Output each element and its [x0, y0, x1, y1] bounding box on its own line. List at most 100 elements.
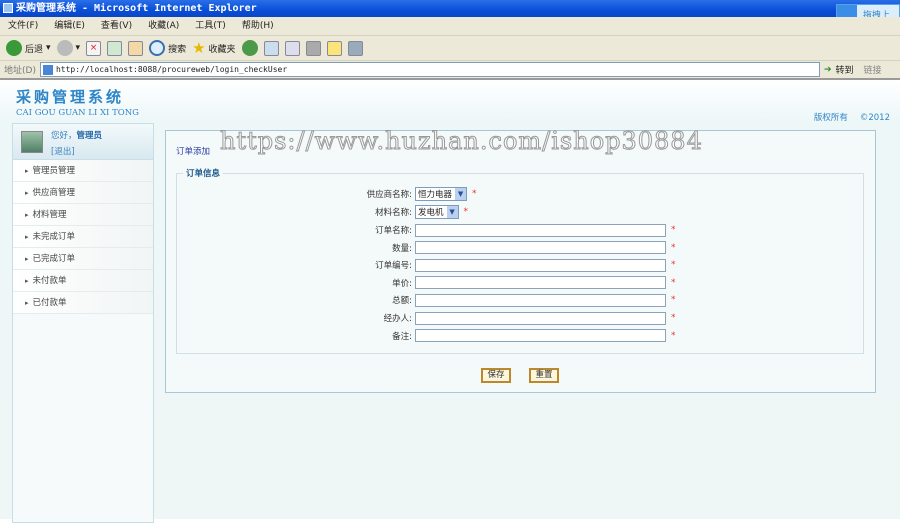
order-name-row: 订单名称: * — [177, 223, 865, 237]
search-icon — [149, 40, 166, 56]
address-bar: 地址(D) http://localhost:8088/procureweb/l… — [0, 61, 900, 80]
back-button[interactable]: 后退 ▾ — [6, 40, 51, 56]
logo-subtitle: CAI GOU GUAN LI XI TONG — [16, 108, 139, 118]
order-number-row: 订单编号: * — [177, 258, 865, 272]
fieldset-legend: 订单信息 — [183, 167, 224, 179]
unit-price-label: 单价: — [392, 278, 412, 289]
total-row: 总额: * — [177, 293, 865, 307]
supplier-select[interactable]: 恒力电器 ▼ — [415, 187, 468, 201]
required-mark: * — [671, 242, 676, 253]
window-title-bar: 采购管理系统 - Microsoft Internet Explorer — [0, 0, 900, 17]
ie-icon — [3, 3, 13, 13]
avatar — [21, 131, 43, 153]
menu-favorites[interactable]: 收藏(A) — [148, 21, 179, 31]
sidebar-item-material[interactable]: 材料管理 — [13, 204, 153, 226]
handler-row: 经办人: * — [177, 311, 865, 325]
sidebar-item-completed-orders[interactable]: 已完成订单 — [13, 248, 153, 270]
sidebar-item-admin[interactable]: 管理员管理 — [13, 160, 153, 182]
search-label: 搜索 — [168, 44, 187, 55]
sidebar-item-unpaid[interactable]: 未付款单 — [13, 270, 153, 292]
back-arrow-icon — [6, 40, 22, 56]
address-url: http://localhost:8088/procureweb/login_c… — [55, 65, 288, 74]
quantity-label: 数量: — [392, 243, 412, 254]
menu-edit[interactable]: 编辑(E) — [54, 21, 85, 31]
window-title: 采购管理系统 - Microsoft Internet Explorer — [16, 3, 257, 14]
refresh-icon[interactable] — [107, 40, 123, 56]
toolbar: 后退 ▾ ▾ × 搜索 ★ 收藏夹 — [0, 36, 900, 61]
print-icon[interactable] — [284, 40, 300, 56]
quantity-row: 数量: * — [177, 241, 865, 255]
total-label: 总额: — [392, 296, 412, 307]
logo: 采购管理系统 — [16, 88, 125, 106]
order-name-label: 订单名称: — [375, 226, 412, 236]
forward-arrow-icon — [56, 40, 73, 56]
unit-price-input[interactable] — [415, 276, 666, 290]
copyright: 版权所有 ©2012 — [802, 111, 890, 123]
handler-input[interactable] — [415, 311, 666, 325]
order-number-input[interactable] — [415, 258, 666, 272]
breadcrumb: 订单添加 — [176, 147, 211, 157]
page: 采购管理系统 CAI GOU GUAN LI XI TONG 版权所有 ©2012… — [0, 80, 900, 523]
greeting-text: 您好， — [51, 131, 77, 141]
forward-button[interactable]: ▾ — [56, 40, 80, 56]
order-name-input[interactable] — [415, 223, 666, 237]
order-info-fieldset: 订单信息 供应商名称: 恒力电器 ▼ * 材料名称: 发电机 ▼ * 订单名称: * 数量: * 订… — [176, 167, 865, 354]
quantity-input[interactable] — [415, 241, 666, 255]
chevron-down-icon: ▼ — [446, 206, 458, 218]
go-arrow-icon[interactable]: ➔ — [824, 65, 832, 75]
copyright-text: 版权所有 — [813, 113, 848, 123]
favorites-button[interactable]: ★ 收藏夹 — [192, 39, 235, 57]
supplier-label: 供应商名称: — [366, 190, 412, 200]
unit-price-row: 单价: * — [177, 276, 865, 290]
required-mark: * — [671, 313, 676, 323]
remark-row: 备注: * — [177, 329, 865, 343]
greeting: 您好，管理员 — [51, 129, 102, 141]
handler-label: 经办人: — [383, 314, 412, 324]
page-icon — [42, 64, 53, 75]
save-button[interactable]: 保存 — [481, 368, 511, 383]
required-mark: * — [671, 330, 676, 341]
reset-button[interactable]: 重置 — [529, 368, 559, 383]
order-add-panel: 订单添加 订单信息 供应商名称: 恒力电器 ▼ * 材料名称: 发电机 ▼ * 订单名称: *… — [165, 130, 876, 393]
remark-label: 备注: — [392, 331, 412, 342]
sidebar: 您好，管理员 [退出] 管理员管理 供应商管理 材料管理 未完成订单 已完成订单… — [12, 123, 154, 523]
home-icon[interactable] — [128, 40, 144, 56]
required-mark: * — [472, 189, 477, 199]
sidebar-item-supplier[interactable]: 供应商管理 — [13, 182, 153, 204]
address-label: 地址(D) — [4, 66, 36, 76]
menu-help[interactable]: 帮助(H) — [242, 21, 274, 31]
search-button[interactable]: 搜索 — [149, 40, 186, 56]
favorites-label: 收藏夹 — [208, 44, 236, 55]
required-mark: * — [671, 277, 676, 288]
links-button[interactable]: 链接 — [864, 63, 882, 76]
menu-view[interactable]: 查看(V) — [101, 21, 132, 31]
research-icon[interactable] — [347, 40, 363, 56]
supplier-value: 恒力电器 — [418, 190, 453, 200]
required-mark: * — [671, 225, 676, 235]
back-label: 后退 — [25, 44, 44, 55]
stop-icon[interactable]: × — [86, 40, 102, 56]
total-input[interactable] — [415, 293, 666, 307]
menu-bar: 文件(F) 编辑(E) 查看(V) 收藏(A) 工具(T) 帮助(H) — [0, 17, 900, 36]
mail-icon[interactable] — [263, 40, 279, 56]
material-select[interactable]: 发电机 ▼ — [415, 205, 459, 219]
material-label: 材料名称: — [375, 208, 412, 218]
go-button[interactable]: 转到 — [836, 63, 854, 76]
order-number-label: 订单编号: — [375, 261, 412, 272]
required-mark: * — [671, 260, 676, 271]
user-panel: 您好，管理员 [退出] — [13, 124, 153, 160]
address-input[interactable]: http://localhost:8088/procureweb/login_c… — [39, 62, 820, 77]
required-mark: * — [463, 207, 469, 217]
menu-file[interactable]: 文件(F) — [8, 21, 38, 31]
sidebar-item-paid[interactable]: 已付款单 — [13, 292, 153, 314]
copyright-year: ©2012 — [859, 113, 890, 123]
material-row: 材料名称: 发电机 ▼ * — [177, 205, 865, 219]
menu-tools[interactable]: 工具(T) — [195, 21, 226, 31]
sidebar-item-incomplete-orders[interactable]: 未完成订单 — [13, 226, 153, 248]
history-icon[interactable] — [241, 40, 258, 56]
logout-link[interactable]: [退出] — [51, 145, 75, 157]
edit-icon[interactable] — [305, 40, 321, 56]
user-name: 管理员 — [76, 131, 103, 141]
remark-input[interactable] — [415, 329, 666, 343]
notes-icon[interactable] — [326, 40, 342, 56]
